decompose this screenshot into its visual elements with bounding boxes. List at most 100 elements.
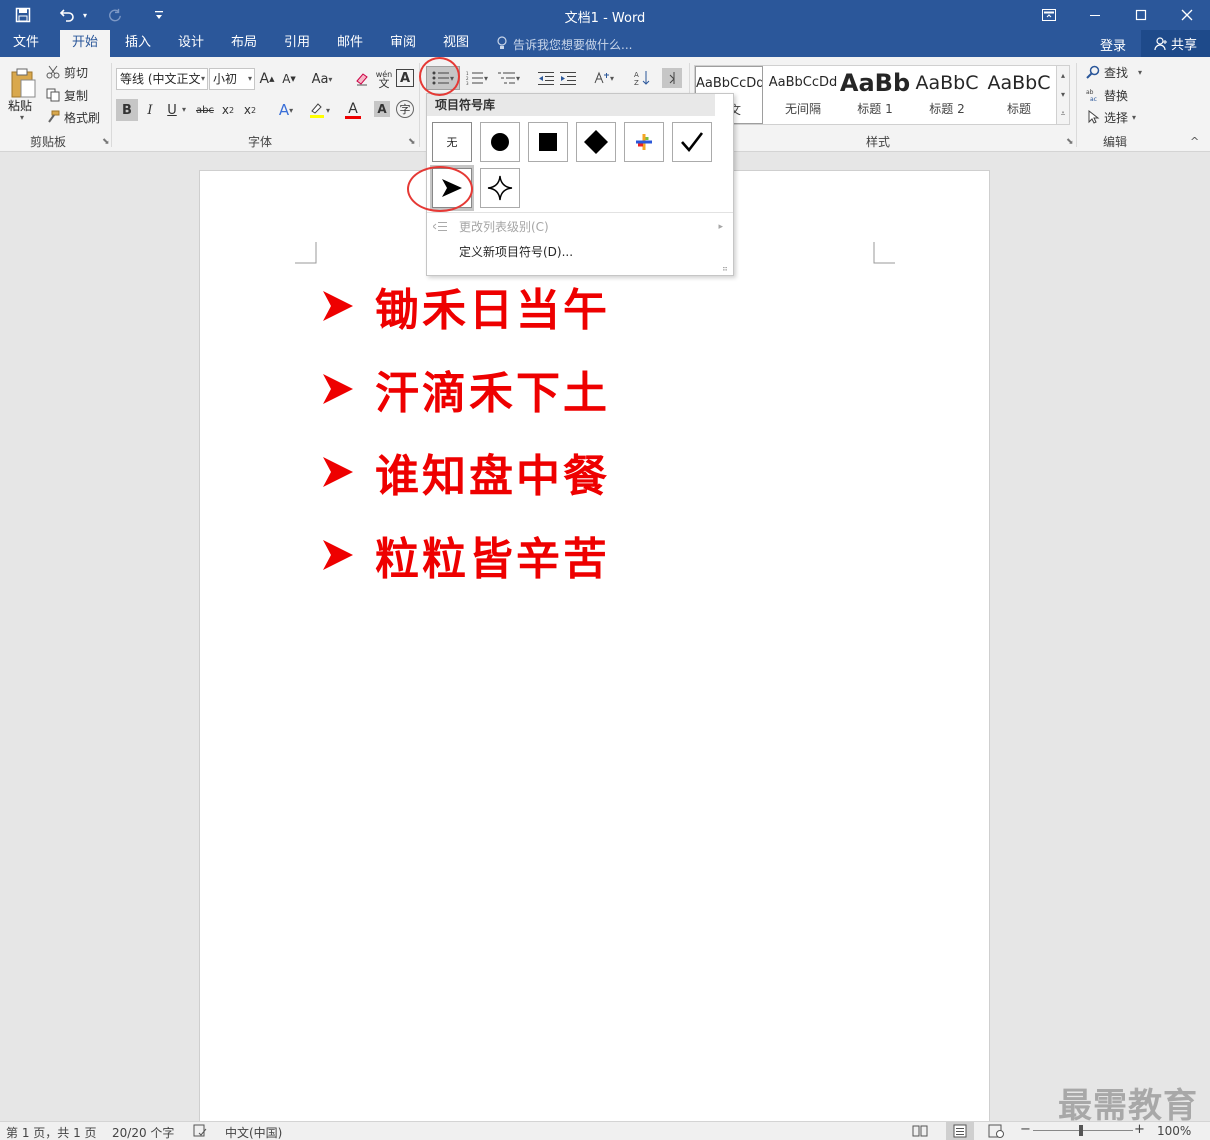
bullet-option-diamond[interactable] <box>576 122 616 162</box>
tab-home[interactable]: 开始 <box>60 30 110 57</box>
select-label: 选择 <box>1104 110 1129 125</box>
tab-review[interactable]: 审阅 <box>380 30 426 57</box>
maximize-icon[interactable] <box>1118 0 1164 30</box>
bold-button[interactable]: B <box>116 99 138 121</box>
font-name-combo[interactable]: 等线 (中文正文 ▾ <box>116 68 208 90</box>
tab-design[interactable]: 设计 <box>168 30 214 57</box>
print-layout-icon[interactable] <box>946 1122 974 1140</box>
underline-button[interactable]: U <box>162 99 182 121</box>
define-new-bullet-item[interactable]: 定义新项目符号(D)... <box>427 240 733 264</box>
font-launcher-icon[interactable]: ⬊ <box>408 137 416 147</box>
font-color-button[interactable]: A <box>338 99 368 121</box>
bullet-option-none[interactable]: 无 <box>432 122 472 162</box>
zoom-slider[interactable] <box>1033 1130 1133 1131</box>
sort-icon[interactable]: AZ <box>632 68 652 88</box>
highlight-color-button[interactable]: ▾ <box>304 99 334 121</box>
filled-circle-icon <box>491 133 509 151</box>
styles-scroll[interactable]: ▴ ▾ ⩡ <box>1056 65 1070 125</box>
language-indicator[interactable]: 中文(中国) <box>225 1124 282 1140</box>
style-no-spacing[interactable]: AaBbCcDd 无间隔 <box>767 66 839 124</box>
font-group-label: 字体 <box>247 135 272 149</box>
enclose-characters-icon[interactable]: 字 <box>396 100 414 118</box>
list-item[interactable]: 谁知盘中餐 <box>321 442 610 502</box>
sign-in-link[interactable]: 登录 <box>1100 35 1126 54</box>
tab-references[interactable]: 引用 <box>274 30 320 57</box>
tell-me-search[interactable]: 告诉我您想要做什么... <box>513 36 632 53</box>
bullet-option-cross[interactable] <box>624 122 664 162</box>
list-level-icon <box>433 222 447 231</box>
web-layout-icon[interactable] <box>988 1124 1004 1140</box>
checkmark-icon <box>681 132 704 153</box>
strikethrough-button[interactable]: abc <box>194 99 216 121</box>
replace-button[interactable]: ab ac 替换 <box>1086 86 1128 104</box>
clear-formatting-icon[interactable] <box>352 69 372 89</box>
numbering-button[interactable]: 1 2 3 ▾ <box>463 68 491 88</box>
list-item[interactable]: 粒粒皆辛苦 <box>321 525 610 585</box>
character-border-icon[interactable]: A <box>396 69 414 87</box>
proofing-icon[interactable] <box>193 1124 207 1140</box>
tab-mailings[interactable]: 邮件 <box>327 30 373 57</box>
superscript-button[interactable]: x2 <box>240 99 260 121</box>
share-button[interactable]: 共享 <box>1141 30 1210 57</box>
replace-icon: abac <box>1086 89 1097 102</box>
list-item[interactable]: 锄禾日当午 <box>321 276 610 336</box>
increase-indent-icon[interactable] <box>558 68 578 88</box>
bullet-option-checkmark[interactable] <box>672 122 712 162</box>
style-title[interactable]: AaBbC 标题 <box>983 66 1055 124</box>
bullet-option-circle[interactable] <box>480 122 520 162</box>
collapse-ribbon-icon[interactable]: ^ <box>1190 135 1199 148</box>
filled-square-icon <box>539 133 557 151</box>
shrink-font-icon[interactable]: A ▼ <box>280 69 298 89</box>
four-point-star-icon <box>487 175 513 201</box>
chinese-layout-button[interactable]: ▾ <box>590 68 618 88</box>
style-heading-2[interactable]: AaBbC 标题 2 <box>911 66 983 124</box>
paste-label[interactable]: 粘贴 <box>8 97 32 114</box>
read-mode-icon[interactable] <box>912 1124 928 1140</box>
minimize-icon[interactable] <box>1072 0 1118 30</box>
text-effects-button[interactable]: A ▾ <box>272 99 300 121</box>
decrease-indent-icon[interactable] <box>536 68 556 88</box>
format-painter-button[interactable]: 格式刷 <box>46 108 100 126</box>
multilevel-list-button[interactable]: ▾ <box>495 68 523 88</box>
ribbon-tabs: 文件 开始 插入 设计 布局 引用 邮件 审阅 视图 告诉我您想要做什么... … <box>0 30 1210 57</box>
clipboard-launcher-icon[interactable]: ⬊ <box>102 137 110 147</box>
tab-file[interactable]: 文件 <box>4 30 48 57</box>
bullet-option-square[interactable] <box>528 122 568 162</box>
style-heading-1[interactable]: AaBb 标题 1 <box>839 66 911 124</box>
find-button[interactable]: 查找 ▾ <box>1086 63 1142 81</box>
change-case-button[interactable]: Aa ▾ <box>308 69 336 89</box>
underline-dropdown-icon[interactable]: ▾ <box>182 105 186 114</box>
find-label: 查找 <box>1104 65 1129 80</box>
page-count[interactable]: 第 1 页，共 1 页 <box>6 1124 97 1140</box>
font-size-combo[interactable]: 小初 ▾ <box>209 68 255 90</box>
styles-gallery: AaBbCcDd 正文 AaBbCcDd 无间隔 AaBb 标题 1 AaBbC… <box>694 65 1058 125</box>
list-item[interactable]: 汗滴禾下土 <box>321 359 610 419</box>
watermark: 最需教育 <box>1058 1086 1198 1126</box>
ribbon-display-options-icon[interactable] <box>1026 0 1072 30</box>
document-page[interactable]: 锄禾日当午 汗滴禾下土 谁知盘中餐 粒粒皆辛苦 <box>199 170 990 1140</box>
subscript-button[interactable]: x2 <box>218 99 238 121</box>
show-formatting-marks-icon[interactable] <box>662 68 682 88</box>
cut-button[interactable]: 剪切 <box>46 63 88 81</box>
word-count[interactable]: 20/20 个字 <box>112 1124 174 1140</box>
tab-layout[interactable]: 布局 <box>221 30 267 57</box>
character-shading-icon[interactable]: A <box>374 101 390 117</box>
close-icon[interactable] <box>1164 0 1210 30</box>
tab-view[interactable]: 视图 <box>433 30 479 57</box>
styles-launcher-icon[interactable]: ⬊ <box>1066 137 1074 147</box>
tab-insert[interactable]: 插入 <box>115 30 161 57</box>
phonetic-guide-icon[interactable]: wén 文 <box>374 69 394 89</box>
copy-button[interactable]: 复制 <box>46 86 88 104</box>
italic-button[interactable]: I <box>140 99 160 121</box>
paste-dropdown-icon[interactable]: ▾ <box>20 113 24 122</box>
zoom-out-icon[interactable]: − <box>1020 1122 1031 1137</box>
svg-text:ab: ab <box>1086 89 1094 96</box>
select-button[interactable]: 选择 ▾ <box>1086 108 1136 126</box>
highlighter-icon <box>309 103 324 118</box>
change-list-level-item: 更改列表级别(C) ▸ <box>427 215 733 239</box>
editing-group-label: 编辑 <box>1102 135 1127 149</box>
bullet-option-star[interactable] <box>480 168 520 208</box>
grow-font-icon[interactable]: A ▲ <box>258 69 276 89</box>
resize-grip-icon[interactable]: ⠶ <box>722 264 728 273</box>
chevron-down-icon: ▾ <box>247 74 252 83</box>
